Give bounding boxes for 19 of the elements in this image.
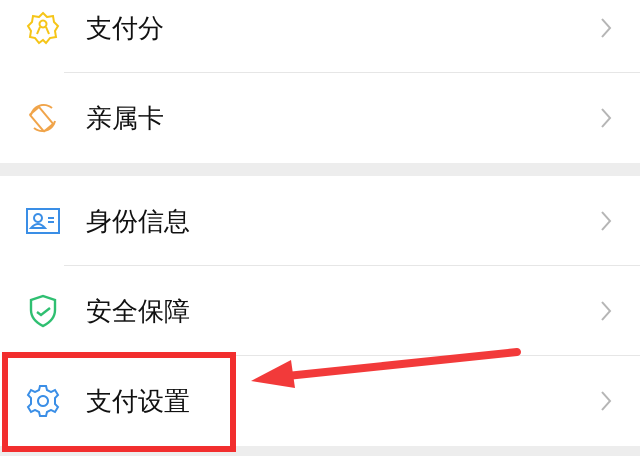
chevron-icon — [600, 17, 612, 39]
settings-row[interactable]: 支付设置 — [0, 356, 640, 446]
settings-icon — [26, 384, 60, 418]
chevron-icon — [600, 390, 612, 412]
row-label: 亲属卡 — [86, 102, 165, 136]
chevron-icon — [600, 107, 612, 129]
row-label: 安全保障 — [86, 296, 191, 328]
row-label: 支付分 — [86, 12, 165, 46]
chevron-icon — [600, 210, 612, 232]
row-label: 支付设置 — [86, 386, 191, 418]
id-card-icon — [25, 206, 61, 236]
settings-row[interactable]: 支付分 — [0, 0, 640, 73]
settings-row[interactable]: 身份信息 — [0, 176, 640, 266]
shield-icon — [28, 294, 58, 328]
settings-row[interactable]: 亲属卡 — [0, 73, 640, 163]
badge-icon — [26, 11, 60, 45]
row-label: 身份信息 — [86, 206, 191, 238]
settings-row[interactable]: 安全保障 — [0, 266, 640, 356]
chevron-icon — [600, 300, 612, 322]
